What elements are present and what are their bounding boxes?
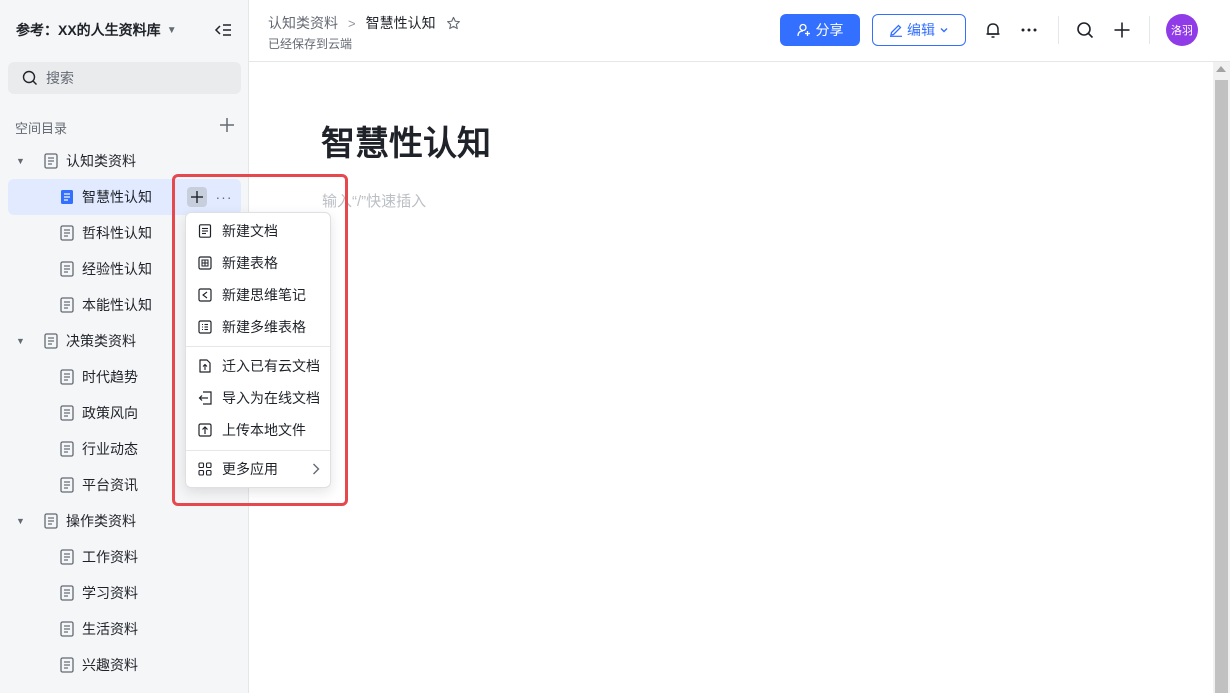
menu-item-more-apps[interactable]: 更多应用 xyxy=(186,453,330,485)
menu-divider xyxy=(186,450,330,451)
share-label: 分享 xyxy=(815,22,844,38)
menu-item-new-doc[interactable]: 新建文档 xyxy=(186,215,330,247)
doc-icon xyxy=(198,224,212,238)
collapse-sidebar-icon[interactable] xyxy=(214,22,232,38)
document-header: 认知类资料 > 智慧性认知 已经保存到云端 分享 编辑 洛羽 xyxy=(249,0,1230,62)
menu-item-new-mindnote[interactable]: 新建思维笔记 xyxy=(186,279,330,311)
doc-icon xyxy=(60,621,74,637)
tree-item-label: 操作类资料 xyxy=(66,513,136,529)
menu-item-label: 迁入已有云文档 xyxy=(222,358,320,374)
tree-item[interactable]: 工作资料 xyxy=(8,539,241,575)
bitable-icon xyxy=(198,320,212,334)
tree-item-label: 本能性认知 xyxy=(82,297,152,313)
space-title-text: 参考：XX的人生资料库 xyxy=(16,22,161,38)
import-icon xyxy=(198,391,212,405)
doc-icon xyxy=(60,405,74,421)
tree-item-label: 智慧性认知 xyxy=(82,189,152,205)
scroll-up-arrow-icon[interactable] xyxy=(1216,66,1226,72)
document-title[interactable]: 智慧性认知 xyxy=(321,116,491,165)
doc-icon xyxy=(60,225,74,241)
tree-item-label: 经验性认知 xyxy=(82,261,152,277)
breadcrumb: 认知类资料 > 智慧性认知 xyxy=(268,13,461,33)
caret-down-icon[interactable]: ▼ xyxy=(16,156,30,166)
doc-icon xyxy=(60,657,74,673)
bell-icon[interactable] xyxy=(984,21,1002,39)
directory-label: 空间目录 xyxy=(15,121,68,136)
breadcrumb-parent[interactable]: 认知类资料 xyxy=(268,13,338,33)
scrollbar-thumb[interactable] xyxy=(1215,80,1228,693)
plus-icon[interactable] xyxy=(1113,21,1131,39)
edit-label: 编辑 xyxy=(907,22,935,38)
sheet-icon xyxy=(198,256,212,270)
menu-item-label: 新建多维表格 xyxy=(222,319,306,335)
menu-item-new-sheet[interactable]: 新建表格 xyxy=(186,247,330,279)
add-user-icon xyxy=(796,23,810,37)
create-menu: 新建文档 新建表格 新建思维笔记 新建多维表格 迁入已有云文档 导入为在线文档 … xyxy=(185,212,331,488)
avatar[interactable]: 洛羽 xyxy=(1166,14,1198,46)
chevron-down-icon xyxy=(940,28,948,33)
menu-item-label: 新建表格 xyxy=(222,255,278,271)
save-status: 已经保存到云端 xyxy=(268,37,353,51)
search-icon xyxy=(22,70,37,85)
doc-icon xyxy=(60,261,74,277)
search-icon[interactable] xyxy=(1076,21,1094,39)
mindnote-icon xyxy=(198,288,212,302)
search-placeholder: 搜索 xyxy=(46,70,74,86)
star-icon[interactable] xyxy=(446,16,461,31)
doc-icon xyxy=(60,441,74,457)
caret-down-icon[interactable]: ▼ xyxy=(16,516,30,526)
divider xyxy=(1149,16,1150,44)
tree-item-label: 时代趋势 xyxy=(82,369,138,385)
breadcrumb-current: 智慧性认知 xyxy=(365,15,436,31)
menu-item-label: 上传本地文件 xyxy=(222,422,306,438)
tree-item-label: 认知类资料 xyxy=(66,153,136,169)
menu-item-new-bitable[interactable]: 新建多维表格 xyxy=(186,311,330,343)
menu-item-upload[interactable]: 上传本地文件 xyxy=(186,414,330,446)
chevron-right-icon xyxy=(313,463,320,475)
doc-icon xyxy=(44,153,58,169)
menu-item-label: 更多应用 xyxy=(222,461,278,477)
menu-item-move-in[interactable]: 迁入已有云文档 xyxy=(186,350,330,382)
edit-button[interactable]: 编辑 xyxy=(872,14,966,46)
share-button[interactable]: 分享 xyxy=(780,14,860,46)
tree-item-label: 平台资讯 xyxy=(82,477,138,493)
caret-down-icon: ▼ xyxy=(166,24,177,36)
tree-item[interactable]: 兴趣资料 xyxy=(8,647,241,683)
doc-icon xyxy=(60,477,74,493)
doc-icon xyxy=(60,297,74,313)
tree-item-label: 哲科性认知 xyxy=(82,225,152,241)
tree-item[interactable]: 生活资料 xyxy=(8,611,241,647)
caret-down-icon[interactable]: ▼ xyxy=(16,336,30,346)
add-icon[interactable] xyxy=(219,117,235,133)
tree-item-label: 工作资料 xyxy=(82,549,138,565)
tree-item-label: 决策类资料 xyxy=(66,333,136,349)
move-in-icon xyxy=(199,359,211,373)
tree-item-label: 兴趣资料 xyxy=(82,657,138,673)
doc-icon xyxy=(44,333,58,349)
chevron-right-icon: > xyxy=(348,15,356,31)
doc-icon xyxy=(60,549,74,565)
upload-icon xyxy=(198,423,212,437)
tree-item[interactable]: ▼ 操作类资料 xyxy=(8,503,241,539)
apps-icon xyxy=(198,462,212,476)
menu-item-label: 导入为在线文档 xyxy=(222,390,320,406)
tree-item-label: 政策风向 xyxy=(82,405,138,421)
tree-item-label: 行业动态 xyxy=(82,441,138,457)
tree-item-label: 生活资料 xyxy=(82,621,138,637)
pencil-icon xyxy=(890,24,902,37)
doc-icon xyxy=(60,585,74,601)
search-input[interactable]: 搜索 xyxy=(8,62,241,94)
divider xyxy=(1058,16,1059,44)
more-icon[interactable] xyxy=(1020,21,1038,39)
tree-item[interactable]: 学习资料 xyxy=(8,575,241,611)
space-title[interactable]: 参考：XX的人生资料库 ▼ xyxy=(16,20,177,40)
menu-item-label: 新建思维笔记 xyxy=(222,287,306,303)
doc-icon xyxy=(61,190,73,204)
menu-item-label: 新建文档 xyxy=(222,223,278,239)
menu-item-import[interactable]: 导入为在线文档 xyxy=(186,382,330,414)
doc-icon xyxy=(60,369,74,385)
tree-item-label: 学习资料 xyxy=(82,585,138,601)
menu-divider xyxy=(186,346,330,347)
doc-icon xyxy=(44,513,58,529)
